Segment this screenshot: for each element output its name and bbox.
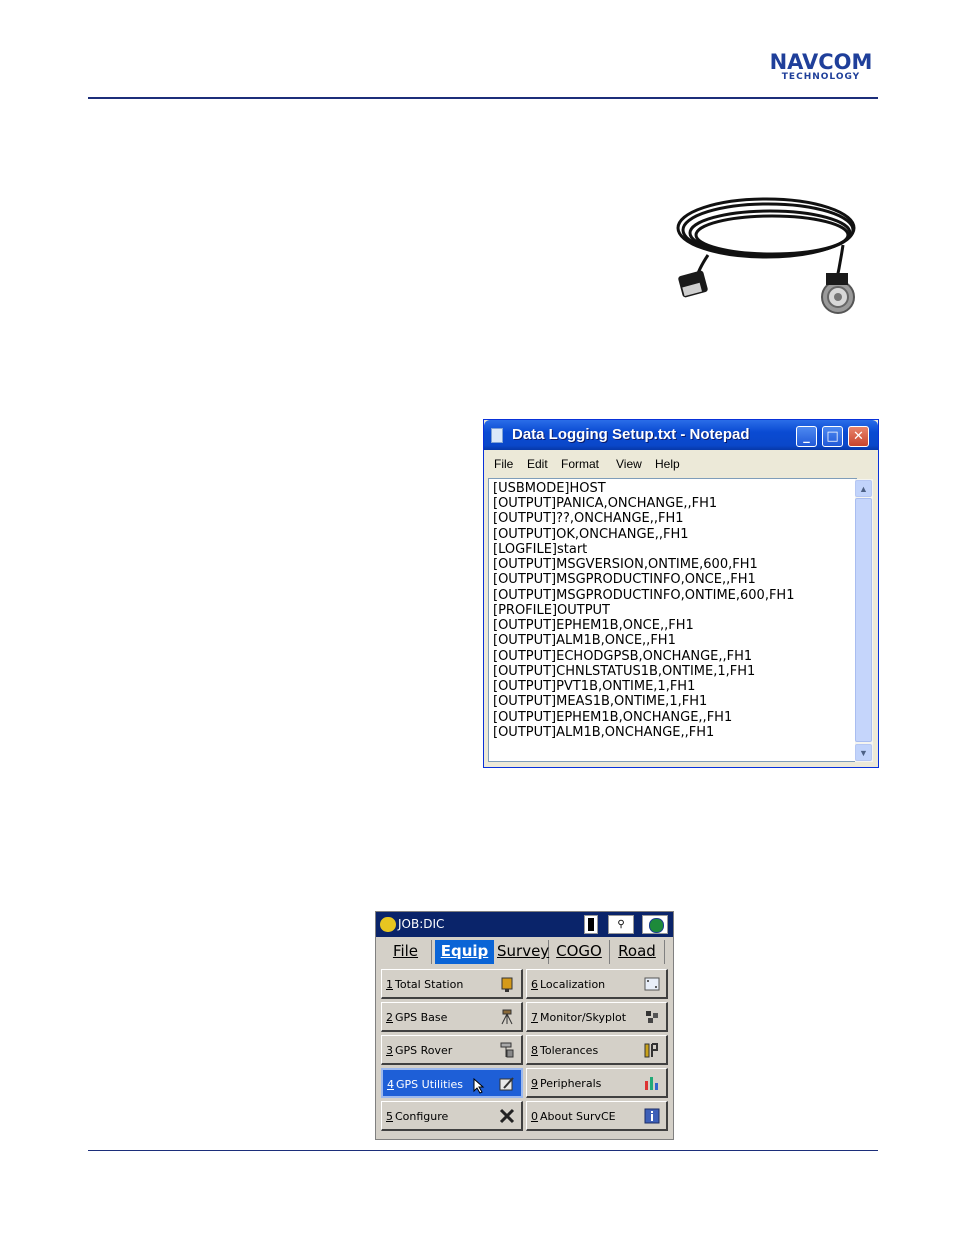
gps-base-icon: [501, 1009, 513, 1025]
total-station-icon: [501, 977, 513, 992]
minimize-button[interactable]: _: [796, 426, 817, 447]
text-line: [OUTPUT]EPHEM1B,ONCHANGE,,FH1: [493, 710, 733, 725]
notepad-icon: [491, 428, 503, 443]
text-line: [OUTPUT]ALM1B,ONCHANGE,,FH1: [493, 725, 715, 740]
text-line: [OUTPUT]PANICA,ONCHANGE,,FH1: [493, 496, 718, 511]
peripherals-icon: [645, 1077, 658, 1090]
about-survce-button[interactable]: 0 About SurvCE: [526, 1101, 668, 1131]
gps-rover-icon: [500, 1042, 514, 1058]
notepad-title: Data Logging Setup.txt - Notepad: [512, 426, 750, 443]
gps-rover-button[interactable]: 3 GPS Rover: [381, 1035, 523, 1065]
button-number: 1: [386, 978, 393, 991]
tools-icon: [499, 1108, 515, 1124]
gps-utilities-button[interactable]: 4 GPS Utilities: [381, 1068, 523, 1098]
button-number: 3: [386, 1044, 393, 1057]
menu-edit[interactable]: Edit: [527, 457, 548, 471]
notepad-titlebar[interactable]: Data Logging Setup.txt - Notepad _ □ ✕: [484, 420, 878, 450]
peripherals-button[interactable]: 9 Peripherals: [526, 1068, 668, 1098]
button-number: 5: [386, 1110, 393, 1123]
maximize-button[interactable]: □: [822, 426, 843, 447]
tab-file[interactable]: File: [380, 940, 432, 964]
text-line: [OUTPUT]ALM1B,ONCE,,FH1: [493, 633, 676, 648]
button-label: Peripherals: [540, 1077, 602, 1090]
button-label: GPS Base: [395, 1011, 448, 1024]
text-line: [OUTPUT]ECHODGPSB,ONCHANGE,,FH1: [493, 649, 753, 664]
navcom-logo: NAVCOM TECHNOLOGY: [761, 50, 881, 83]
gps-base-button[interactable]: 2 GPS Base: [381, 1002, 523, 1032]
tab-equip[interactable]: Equip: [435, 940, 494, 964]
notepad-window: Data Logging Setup.txt - Notepad _ □ ✕ F…: [483, 419, 879, 768]
text-line: [OUTPUT]MSGPRODUCTINFO,ONCE,,FH1: [493, 572, 756, 587]
notepad-text-area[interactable]: [USBMODE]HOST [OUTPUT]PANICA,ONCHANGE,,F…: [488, 478, 857, 762]
text-line: [OUTPUT]MEAS1B,ONTIME,1,FH1: [493, 694, 708, 709]
menu-file[interactable]: File: [494, 457, 513, 471]
monitor-skyplot-button[interactable]: 7 Monitor/Skyplot: [526, 1002, 668, 1032]
job-icon: [380, 917, 396, 932]
tolerances-button[interactable]: 8 Tolerances: [526, 1035, 668, 1065]
total-station-button[interactable]: 1 Total Station: [381, 969, 523, 999]
text-line: [PROFILE]OUTPUT: [493, 603, 610, 618]
info-icon: [644, 1108, 660, 1124]
text-line: [LOGFILE]start: [493, 542, 588, 557]
text-line: [OUTPUT]EPHEM1B,ONCE,,FH1: [493, 618, 694, 633]
menu-help[interactable]: Help: [655, 457, 680, 471]
button-label: GPS Utilities: [396, 1078, 464, 1091]
button-label: About SurvCE: [540, 1110, 616, 1123]
scroll-up-button[interactable]: ▲: [855, 480, 872, 497]
tab-survey[interactable]: Survey: [497, 940, 549, 964]
button-number: 9: [531, 1077, 538, 1090]
skyplot-icon: [646, 1011, 658, 1023]
job-title: JOB:DIC: [398, 917, 445, 931]
tolerances-icon: [644, 1043, 658, 1058]
vertical-scrollbar[interactable]: ▲ ▼: [855, 479, 873, 762]
button-label: Configure: [395, 1110, 449, 1123]
button-label: GPS Rover: [395, 1044, 453, 1057]
button-number: 4: [387, 1078, 394, 1091]
mouse-cursor-icon: [473, 1078, 485, 1094]
usb-cable-image: [676, 197, 856, 314]
survce-titlebar: JOB:DIC ⚲: [376, 912, 673, 937]
text-line: [USBMODE]HOST: [493, 481, 606, 496]
localization-icon: [644, 977, 660, 991]
button-number: 6: [531, 978, 538, 991]
button-label: Monitor/Skyplot: [540, 1011, 627, 1024]
text-line: [OUTPUT]MSGPRODUCTINFO,ONTIME,600,FH1: [493, 588, 795, 603]
button-label: Tolerances: [540, 1044, 599, 1057]
button-label: Total Station: [395, 978, 464, 991]
rover-status-icon[interactable]: ⚲: [608, 915, 634, 934]
tab-cogo[interactable]: COGO: [549, 940, 610, 964]
survce-tabs: File Equip Survey COGO Road: [380, 940, 670, 964]
menu-view[interactable]: View: [616, 457, 642, 471]
scroll-thumb[interactable]: [855, 498, 872, 742]
text-line: [OUTPUT]PVT1B,ONTIME,1,FH1: [493, 679, 696, 694]
button-number: 0: [531, 1110, 538, 1123]
text-line: [OUTPUT]CHNLSTATUS1B,ONTIME,1,FH1: [493, 664, 756, 679]
survce-window: JOB:DIC ⚲ File Equip Survey COGO Road 1 …: [375, 911, 674, 1140]
text-line: [OUTPUT]??,ONCHANGE,,FH1: [493, 511, 684, 526]
close-button[interactable]: ✕: [848, 426, 869, 447]
localization-button[interactable]: 6 Localization: [526, 969, 668, 999]
button-number: 8: [531, 1044, 538, 1057]
tab-road[interactable]: Road: [610, 940, 665, 964]
footer-rule: [88, 1150, 878, 1151]
text-line: [OUTPUT]OK,ONCHANGE,,FH1: [493, 527, 689, 542]
button-label: Localization: [540, 978, 606, 991]
globe-icon[interactable]: [642, 915, 668, 934]
gps-utilities-icon: [499, 1077, 514, 1091]
text-line: [OUTPUT]MSGVERSION,ONTIME,600,FH1: [493, 557, 758, 572]
header-rule: [88, 97, 878, 99]
button-number: 2: [386, 1011, 393, 1024]
menu-format[interactable]: Format: [561, 457, 599, 471]
logo-line1: NAVCOM: [769, 50, 873, 74]
configure-button[interactable]: 5 Configure: [381, 1101, 523, 1131]
scroll-down-button[interactable]: ▼: [855, 744, 872, 761]
button-number: 7: [531, 1011, 538, 1024]
notepad-menubar: File Edit Format View Help: [484, 451, 878, 477]
battery-icon[interactable]: [584, 915, 598, 934]
